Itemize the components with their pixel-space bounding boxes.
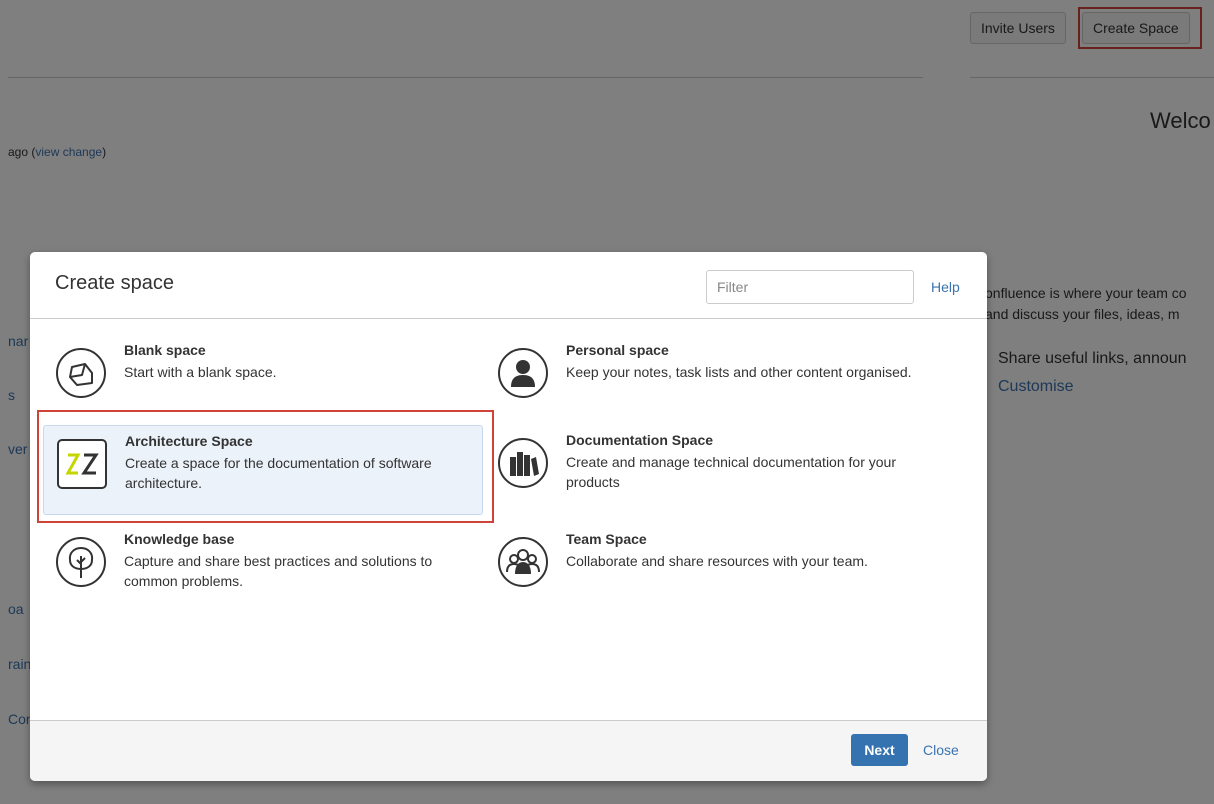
documentation-space-icon xyxy=(497,437,549,489)
template-name: Blank space xyxy=(124,342,206,358)
architecture-space-highlight xyxy=(37,410,494,523)
template-name: Documentation Space xyxy=(566,432,714,448)
dialog-footer: Next Close xyxy=(30,720,987,781)
template-description: Keep your notes, task lists and other co… xyxy=(566,364,912,380)
template-description: Start with a blank space. xyxy=(124,364,277,380)
next-button[interactable]: Next xyxy=(851,734,908,766)
template-personal-space[interactable]: Personal space Keep your notes, task lis… xyxy=(485,335,925,425)
knowledge-base-icon xyxy=(55,536,107,588)
dialog-header: Create space Help xyxy=(30,252,987,319)
template-name: Knowledge base xyxy=(124,531,235,547)
personal-space-icon xyxy=(497,347,549,399)
team-space-icon xyxy=(497,536,549,588)
template-description: Capture and share best practices and sol… xyxy=(124,553,433,589)
create-space-dialog: Create space Help Blank space Start with… xyxy=(30,252,987,781)
close-button[interactable]: Close xyxy=(923,742,959,758)
filter-input[interactable] xyxy=(706,270,914,304)
template-description: Collaborate and share resources with you… xyxy=(566,553,868,569)
template-knowledge-base[interactable]: Knowledge base Capture and share best pr… xyxy=(43,524,483,614)
template-team-space[interactable]: Team Space Collaborate and share resourc… xyxy=(485,524,925,614)
dialog-title: Create space xyxy=(55,272,174,294)
blank-space-icon xyxy=(55,347,107,399)
template-documentation-space[interactable]: Documentation Space Create and manage te… xyxy=(485,425,925,515)
template-description: Create and manage technical documentatio… xyxy=(566,454,896,490)
template-name: Personal space xyxy=(566,342,669,358)
template-name: Team Space xyxy=(566,531,647,547)
help-link[interactable]: Help xyxy=(931,279,960,295)
